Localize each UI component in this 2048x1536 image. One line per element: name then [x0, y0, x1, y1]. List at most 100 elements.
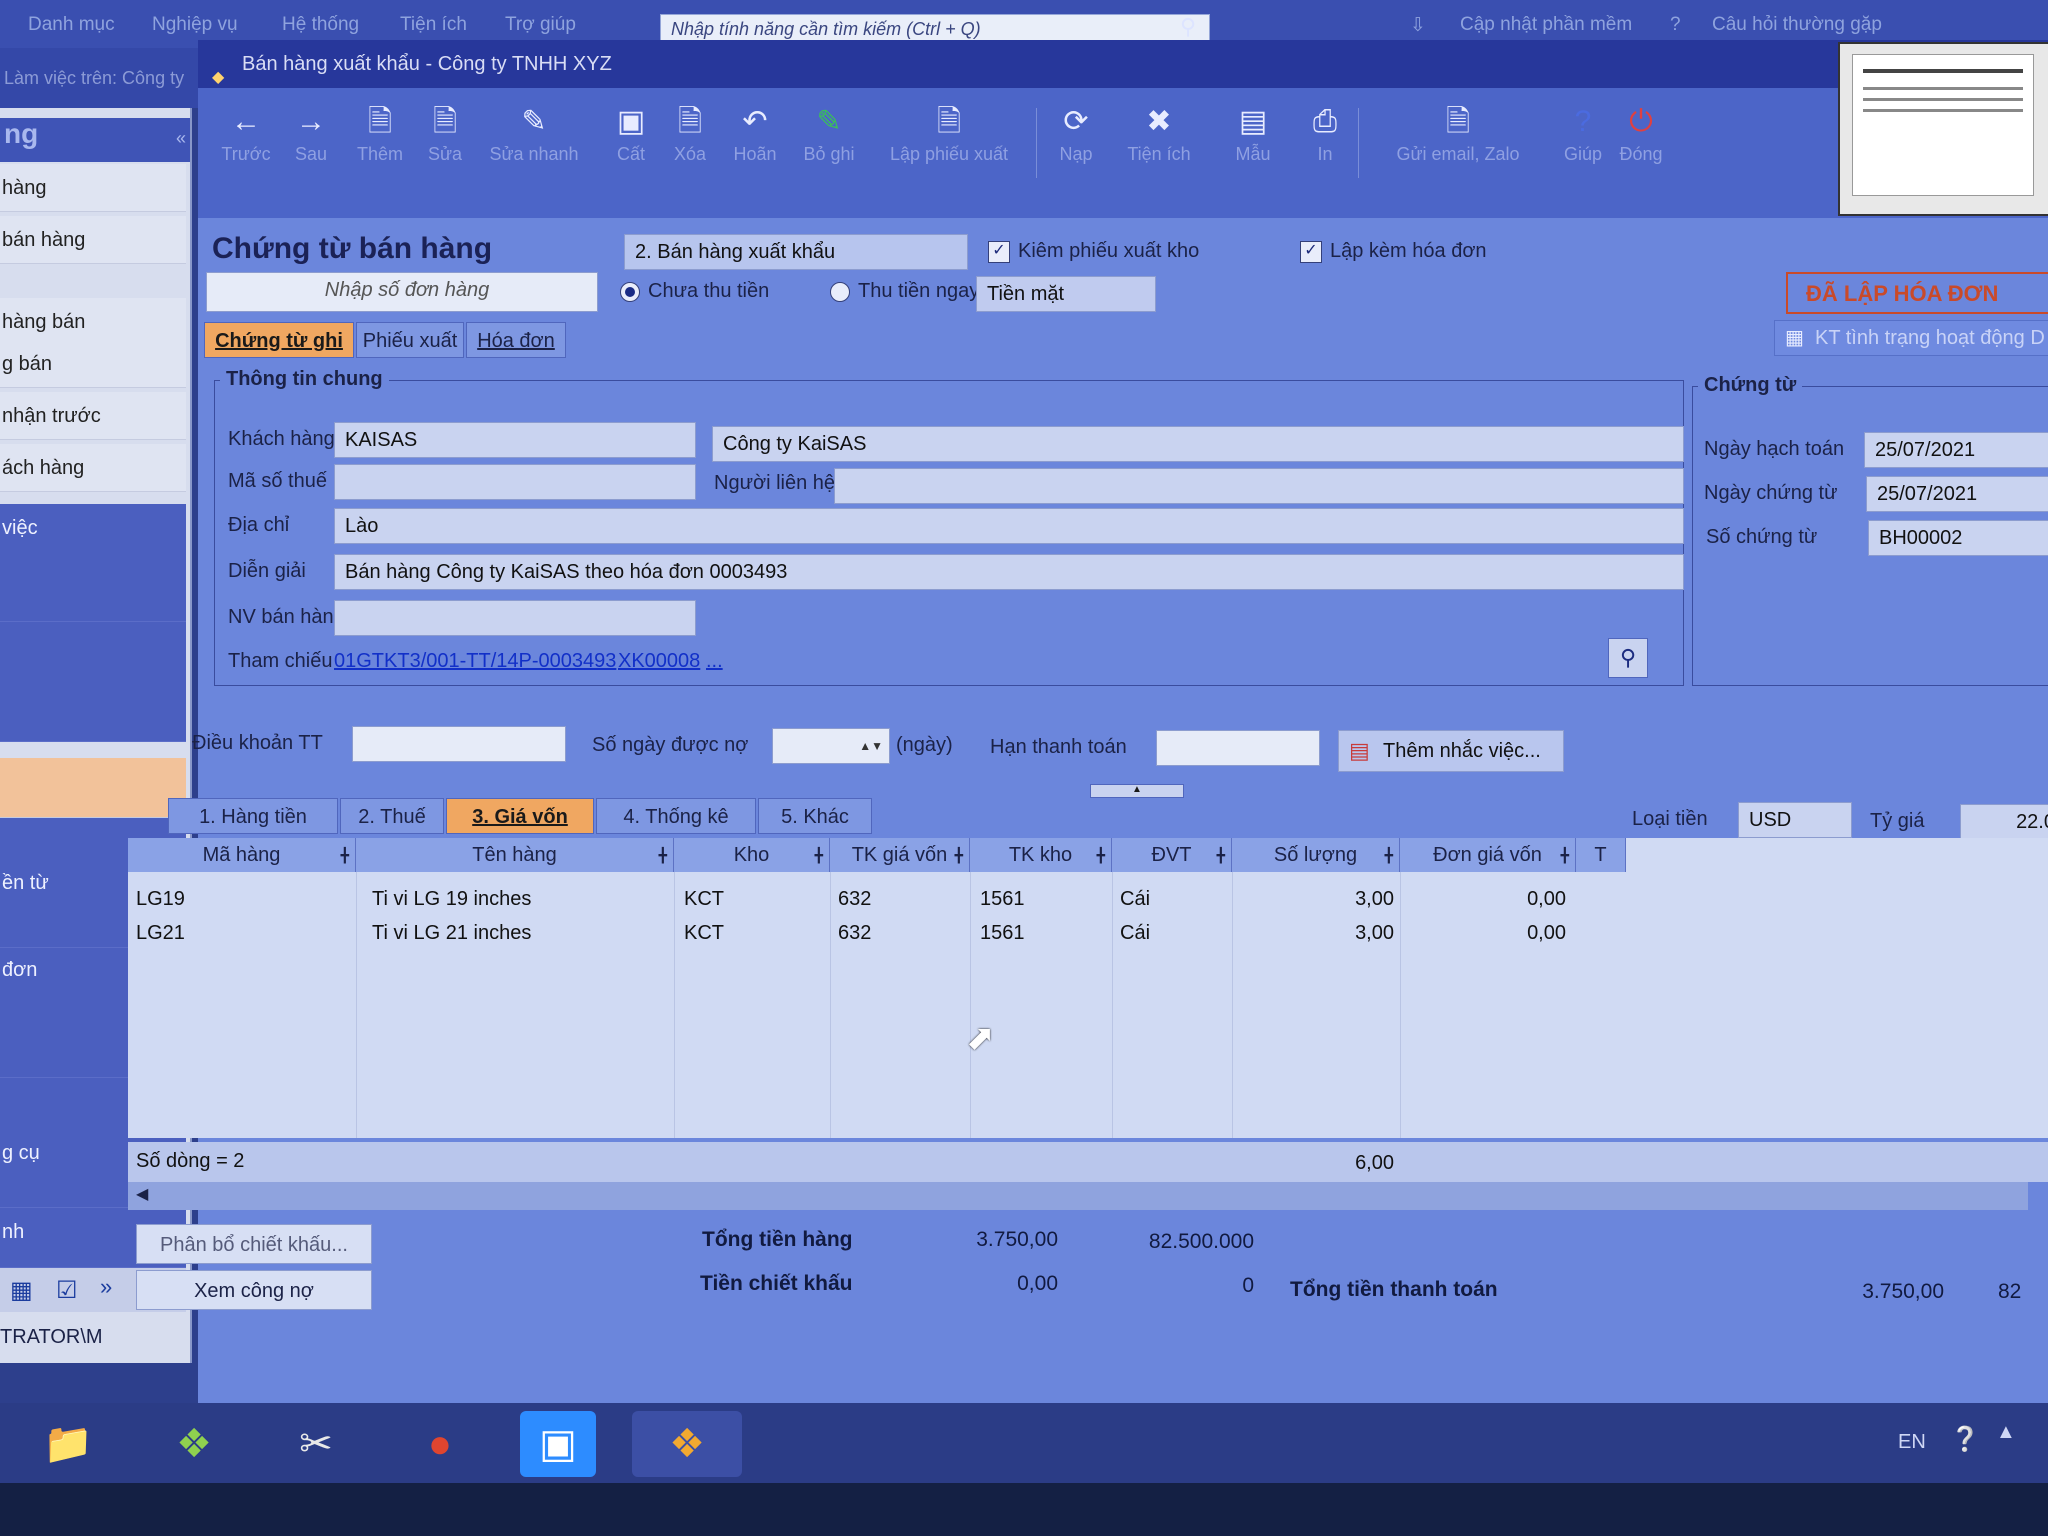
- reference-link-slip[interactable]: XK00008: [618, 650, 700, 673]
- view-debt-button[interactable]: Xem công nợ: [136, 1270, 372, 1310]
- update-link[interactable]: Cập nhật phần mềm: [1460, 14, 1632, 36]
- add-button[interactable]: 🗎 Thêm: [348, 100, 412, 200]
- contact-input[interactable]: [834, 468, 1684, 504]
- radio-paid[interactable]: Thu tiền ngay: [830, 280, 979, 303]
- app-green-icon[interactable]: ❖: [156, 1411, 232, 1477]
- tab-export-slip[interactable]: Phiếu xuất: [356, 322, 464, 358]
- col-header-item-name[interactable]: Tên hàng ╋: [356, 838, 674, 872]
- zoom-icon[interactable]: ⚲: [1608, 638, 1648, 678]
- preview-thumbnail[interactable]: [1838, 42, 2048, 216]
- col-header-unit[interactable]: ĐVT ╋: [1112, 838, 1232, 872]
- payment-terms-input[interactable]: [352, 726, 566, 762]
- shortcut-more-icon[interactable]: »: [100, 1274, 112, 1300]
- help-tray-icon[interactable]: ❔: [1950, 1425, 1980, 1454]
- order-number-input[interactable]: Nhập số đơn hàng: [206, 272, 598, 312]
- credit-days-input[interactable]: ▲▼: [772, 728, 890, 764]
- tab-invoice[interactable]: Hóa đơn: [466, 322, 566, 358]
- nav-item-g-ban[interactable]: g bán: [0, 340, 186, 388]
- postpone-button[interactable]: ↶ Hoãn: [724, 100, 786, 200]
- nav-item-khach-hang[interactable]: ách hàng: [0, 444, 186, 492]
- misa-app-icon[interactable]: ❖: [632, 1411, 742, 1477]
- reference-link-invoice[interactable]: 01GTKT3/001-TT/14P-0003493: [334, 650, 616, 673]
- delete-button[interactable]: 🗎 Xóa: [664, 100, 716, 200]
- voucher-no-input[interactable]: BH00002: [1868, 520, 2048, 556]
- check-status-button[interactable]: ▦ KT tình trạng hoạt động D: [1774, 320, 2048, 356]
- faq-link[interactable]: Câu hỏi thường gặp: [1712, 14, 1882, 36]
- sales-staff-input[interactable]: [334, 600, 696, 636]
- tab-tax[interactable]: 2. Thuế: [340, 798, 444, 834]
- col-header-cost-account[interactable]: TK giá vốn ╋: [830, 838, 970, 872]
- chrome-icon[interactable]: ●: [402, 1411, 478, 1477]
- template-button[interactable]: ▤ Mẫu: [1218, 100, 1288, 200]
- col-header-warehouse[interactable]: Kho ╋: [674, 838, 830, 872]
- exchange-rate-input[interactable]: 22.0: [1960, 804, 2048, 840]
- menu-he-thong[interactable]: Hệ thống: [282, 14, 359, 36]
- radio-unpaid[interactable]: Chưa thu tiền: [620, 280, 769, 303]
- search-icon[interactable]: ⚲: [1180, 14, 1196, 40]
- shortcut-check-icon[interactable]: ☑: [56, 1276, 78, 1305]
- help-button[interactable]: ? Giúp: [1558, 100, 1608, 200]
- utilities-button[interactable]: ✖ Tiện ích: [1114, 100, 1204, 200]
- currency-select[interactable]: USD: [1738, 802, 1852, 838]
- scroll-left-icon[interactable]: ◀: [136, 1184, 148, 1204]
- nav-item-nhan-truoc[interactable]: nhận trước: [0, 392, 186, 440]
- quick-edit-button[interactable]: ✎ Sửa nhanh: [478, 100, 590, 200]
- address-input[interactable]: Lào: [334, 508, 1684, 544]
- horizontal-scrollbar[interactable]: ◀: [128, 1182, 2028, 1210]
- menu-nghiep-vu[interactable]: Nghiệp vụ: [152, 14, 238, 36]
- collapse-arrow-icon[interactable]: ▲: [1090, 784, 1184, 798]
- faq-icon[interactable]: ?: [1670, 14, 1681, 36]
- tab-debit-voucher[interactable]: Chứng từ ghi nợ: [204, 322, 354, 388]
- update-icon[interactable]: ⇩: [1410, 14, 1426, 37]
- print-button[interactable]: ⎙ In: [1302, 100, 1348, 200]
- menu-tro-giup[interactable]: Trợ giúp: [505, 14, 576, 36]
- edit-button[interactable]: 🗎 Sửa: [420, 100, 470, 200]
- tax-code-input[interactable]: [334, 464, 696, 500]
- file-explorer-icon[interactable]: 📁: [30, 1411, 106, 1477]
- customer-name-input[interactable]: Công ty KaiSAS: [712, 426, 1684, 462]
- sale-type-select[interactable]: 2. Bán hàng xuất khẩu: [624, 234, 968, 270]
- tray-expand-icon[interactable]: ▲: [1996, 1421, 2016, 1444]
- zoom-app-icon[interactable]: ▣: [520, 1411, 596, 1477]
- nav-item-hang-ban[interactable]: hàng bán: [0, 298, 186, 346]
- description-input[interactable]: Bán hàng Công ty KaiSAS theo hóa đơn 000…: [334, 554, 1684, 590]
- nav-item-hang[interactable]: hàng: [0, 164, 186, 212]
- col-header-unit-cost[interactable]: Đơn giá vốn ╋: [1400, 838, 1576, 872]
- col-header-item-code[interactable]: Mã hàng ╋: [128, 838, 356, 872]
- reference-more-link[interactable]: ...: [706, 650, 723, 673]
- language-indicator[interactable]: EN: [1898, 1431, 1926, 1454]
- payment-method-select[interactable]: Tiền mặt: [976, 276, 1156, 312]
- tab-other[interactable]: 5. Khác: [758, 798, 872, 834]
- menu-danh-muc[interactable]: Danh mục: [28, 14, 115, 36]
- due-date-input[interactable]: [1156, 730, 1320, 766]
- create-slip-button[interactable]: 🗎 Lập phiếu xuất: [874, 100, 1024, 200]
- voucher-date-input[interactable]: 25/07/2021: [1866, 476, 2048, 512]
- collapse-icon[interactable]: «: [176, 128, 186, 149]
- tab-cost-price[interactable]: 3. Giá vốn: [446, 798, 594, 834]
- next-button[interactable]: → Sau: [284, 100, 338, 200]
- nav-item-blank[interactable]: [0, 622, 186, 742]
- add-reminder-button[interactable]: ▤ Thêm nhắc việc...: [1338, 730, 1564, 772]
- col-header-quantity[interactable]: Số lượng ╋: [1232, 838, 1400, 872]
- unpost-button[interactable]: ✎ Bỏ ghi: [794, 100, 864, 200]
- send-email-button[interactable]: 🗎 Gửi email, Zalo: [1368, 100, 1548, 200]
- close-button[interactable]: ⏻ Đóng: [1616, 100, 1666, 200]
- tab-goods-money[interactable]: 1. Hàng tiền: [168, 798, 338, 834]
- save-button[interactable]: ▣ Cất: [606, 100, 656, 200]
- menu-tien-ich[interactable]: Tiện ích: [400, 14, 467, 36]
- col-header-t[interactable]: T: [1576, 838, 1626, 872]
- shortcut-calendar-icon[interactable]: ▦: [10, 1276, 33, 1305]
- nav-item-highlight[interactable]: [0, 758, 186, 818]
- nav-item-cong-viec[interactable]: việc: [0, 504, 186, 622]
- customer-code-input[interactable]: KAISAS: [334, 422, 696, 458]
- reload-button[interactable]: ⟳ Nạp: [1046, 100, 1106, 200]
- posting-date-input[interactable]: 25/07/2021: [1864, 432, 2048, 468]
- tab-statistics[interactable]: 4. Thống kê: [596, 798, 756, 834]
- discount-allocation-button[interactable]: Phân bổ chiết khấu...: [136, 1224, 372, 1264]
- export-slip-checkbox[interactable]: ✓ Kiêm phiếu xuất kho: [988, 240, 1199, 263]
- snipping-tool-icon[interactable]: ✂: [278, 1411, 354, 1477]
- col-header-stock-account[interactable]: TK kho ╋: [970, 838, 1112, 872]
- nav-item-ban-hang[interactable]: bán hàng: [0, 216, 186, 264]
- prev-button[interactable]: ← Trước: [216, 100, 276, 200]
- invoice-checkbox[interactable]: ✓ Lập kèm hóa đơn: [1300, 240, 1487, 263]
